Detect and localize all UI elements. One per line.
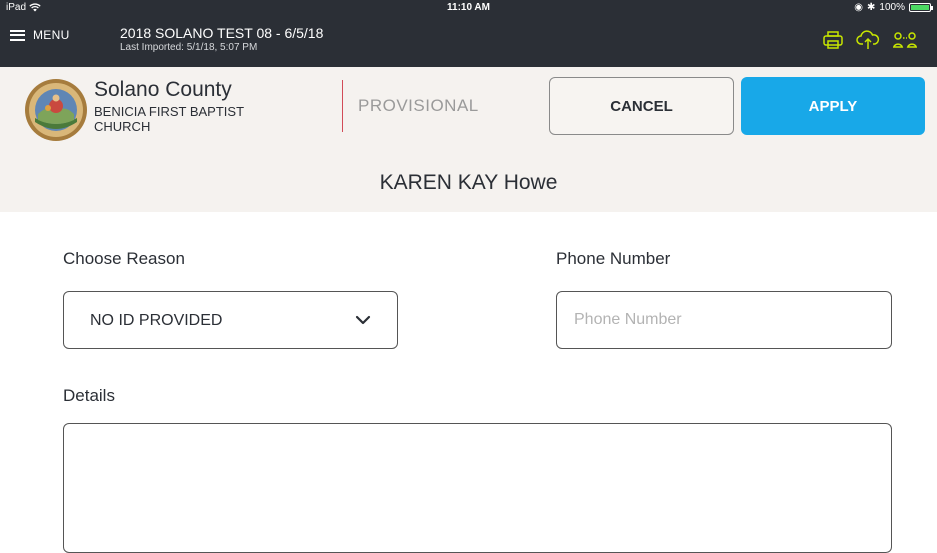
status-right: ◉ ✱ 100% — [854, 2, 933, 13]
last-imported: Last Imported: 5/1/18, 5:07 PM — [120, 42, 258, 53]
ballot-mode: PROVISIONAL — [358, 96, 479, 115]
county-name: Solano County — [94, 78, 232, 101]
reason-label: Choose Reason — [63, 249, 185, 268]
printer-icon[interactable] — [823, 31, 843, 49]
users-sync-icon[interactable] — [893, 32, 917, 48]
precinct-name: BENICIA FIRST BAPTIST CHURCH — [94, 104, 244, 134]
menu-label: MENU — [33, 28, 70, 42]
bluetooth-icon: ✱ — [867, 2, 876, 13]
details-textarea[interactable] — [63, 423, 892, 553]
details-label: Details — [63, 386, 115, 405]
phone-label: Phone Number — [556, 249, 671, 268]
header-divider — [342, 80, 343, 132]
battery-icon — [909, 3, 933, 12]
top-bar: iPad 11:10 AM ◉ ✱ 100% MENU 2018 SOLANO … — [0, 0, 937, 67]
apply-button[interactable]: APPLY — [741, 77, 925, 135]
chevron-down-icon — [355, 315, 371, 325]
menu-button[interactable]: MENU — [10, 28, 70, 42]
header: Solano County BENICIA FIRST BAPTIST CHUR… — [0, 67, 937, 154]
battery-percent: 100% — [879, 2, 905, 13]
election-title: 2018 SOLANO TEST 08 - 6/5/18 — [120, 25, 324, 41]
reason-select[interactable]: NO ID PROVIDED — [63, 291, 398, 349]
location-icon: ◉ — [854, 2, 864, 13]
voter-band: KAREN KAY Howe — [0, 154, 937, 212]
top-icons — [823, 30, 917, 50]
reason-value: NO ID PROVIDED — [90, 312, 223, 329]
election-info: 2018 SOLANO TEST 08 - 6/5/18 Last Import… — [120, 25, 323, 53]
county-info: Solano County BENICIA FIRST BAPTIST CHUR… — [94, 78, 254, 134]
county-seal-logo — [25, 79, 87, 141]
hamburger-icon — [10, 29, 25, 41]
voter-name: KAREN KAY Howe — [379, 171, 558, 194]
status-time: 11:10 AM — [447, 2, 490, 13]
cloud-upload-icon[interactable] — [856, 30, 880, 50]
cancel-button[interactable]: CANCEL — [549, 77, 734, 135]
phone-number-input[interactable] — [556, 291, 892, 349]
